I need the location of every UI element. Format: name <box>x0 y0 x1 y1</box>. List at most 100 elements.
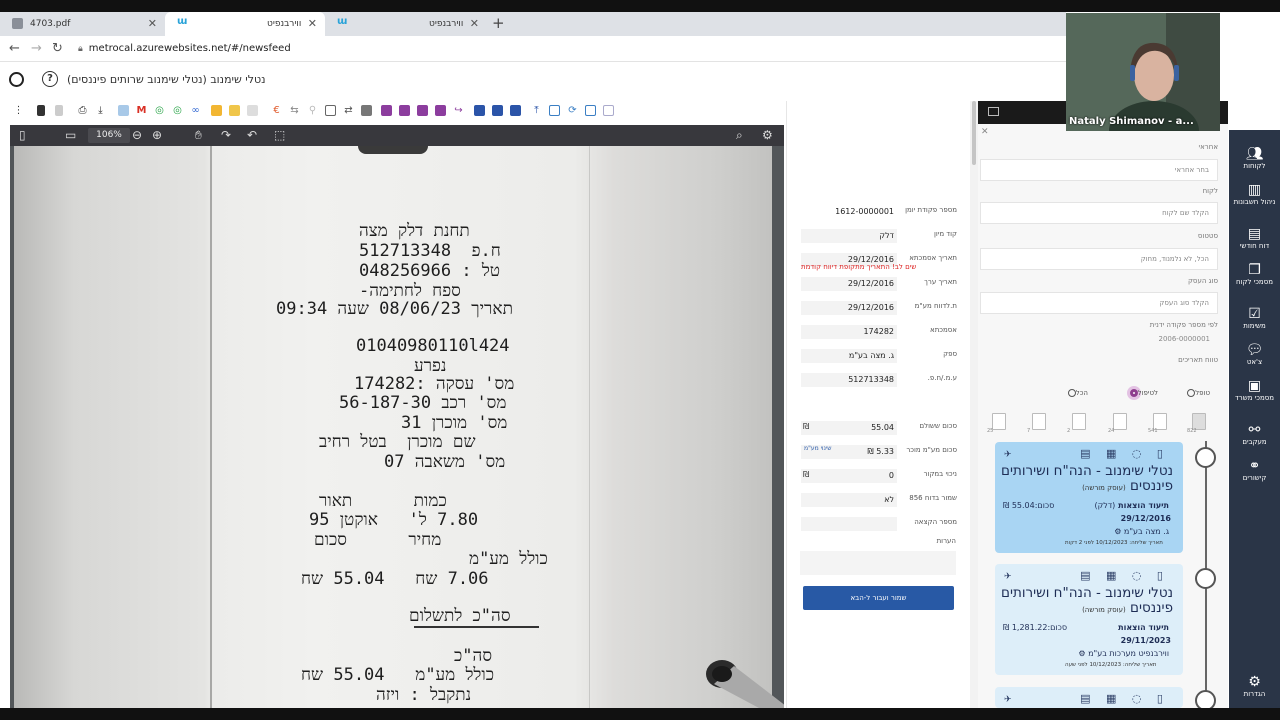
sidebar-item-tasks[interactable]: ☑ משימות <box>1229 306 1280 330</box>
sidebar-item-tracking[interactable]: ⚯ מעקבים <box>1229 422 1280 446</box>
filter-input[interactable]: הקלד שם לקוח <box>980 202 1218 224</box>
split-icon[interactable]: ⇆ <box>289 105 300 116</box>
forward-arrow-icon[interactable]: → <box>31 41 42 56</box>
close-icon[interactable]: ✕ <box>148 17 157 30</box>
close-icon[interactable]: ✕ <box>981 127 989 137</box>
archive-icon[interactable] <box>361 105 372 116</box>
radio-all[interactable]: הכל <box>1065 389 1088 397</box>
document-card[interactable]: ✈︎ ▤ ▦ ◌ ▯ נטלי שימנוב - הנה"ח ושירותים … <box>995 564 1183 675</box>
trash-icon[interactable] <box>37 105 45 116</box>
zoom-select[interactable]: 106% <box>88 128 130 143</box>
form-field-input[interactable]: 29/12/2016 <box>801 301 897 315</box>
document-icon[interactable]: 25 <box>987 413 1006 434</box>
tab-app[interactable]: ɯ ווירבנפיט ✕ <box>325 12 487 36</box>
radio-to-handle[interactable]: לטיפול <box>1127 389 1158 397</box>
sidebar-item-bookkeeping[interactable]: ▥ ניהול חשבונות <box>1229 182 1280 206</box>
refresh-icon[interactable]: ⟳ <box>567 105 578 116</box>
form-field-input[interactable]: דלק <box>801 229 897 243</box>
document-card-selected[interactable]: ✈︎ ▤ ▦ ◌ ▯ נטלי שימנוב - הנה"ח ושירותים … <box>995 442 1183 553</box>
screen-icon[interactable] <box>988 107 999 116</box>
currency-icon[interactable]: € <box>271 105 282 116</box>
upload-icon[interactable]: ⤒ <box>531 105 542 116</box>
close-icon[interactable]: ✕ <box>470 17 479 30</box>
form-field-input[interactable]: ג. מצה בע"מ <box>801 349 897 363</box>
message-icon[interactable] <box>399 105 410 116</box>
book-icon[interactable] <box>381 105 392 116</box>
form-field-input[interactable]: לא <box>801 493 897 507</box>
tab-app-active[interactable]: ɯ ווירבנפיט ✕ <box>165 12 325 36</box>
note-icon[interactable] <box>229 105 240 116</box>
user-icon[interactable] <box>9 72 24 87</box>
help-icon[interactable]: ? <box>42 71 58 87</box>
close-icon[interactable]: ✕ <box>308 17 317 30</box>
tab-pdf[interactable]: 4703.pdf ✕ <box>0 12 165 36</box>
whatsapp-icon[interactable]: ◎ <box>154 105 165 116</box>
search-icon[interactable]: ⌕ <box>736 128 743 143</box>
zoom-in-icon[interactable]: ⊕ <box>152 128 162 142</box>
print-icon[interactable]: ⎙ <box>77 105 88 116</box>
close-doc-icon[interactable] <box>435 105 446 116</box>
whatsapp-business-icon[interactable]: ◎ <box>172 105 183 116</box>
gear-icon[interactable]: ⚙︎ <box>762 128 773 142</box>
reload-icon[interactable]: ↻ <box>52 41 63 56</box>
card-action-icons[interactable]: ▤ ▦ ◌ ▯ <box>1080 447 1169 460</box>
sidebar-item-links[interactable]: ⚭ קישורים <box>1229 458 1280 482</box>
divider-scroll-thumb[interactable] <box>972 101 976 165</box>
form-field-input[interactable]: 55.04 <box>801 421 897 435</box>
sidebar-item-chat[interactable]: 💬︎ צ'אט <box>1229 342 1280 366</box>
clipboard-icon[interactable] <box>549 105 560 116</box>
pdf-canvas[interactable]: תחנת דלק מצה ח.פ 512713348 טל : 048256966 ס… <box>10 146 784 708</box>
filter-input[interactable]: הקלד סוג העסק <box>980 292 1218 314</box>
download-icon[interactable]: ⤓ <box>95 105 106 116</box>
document-icon[interactable]: 541 <box>1148 413 1167 434</box>
email-icon[interactable] <box>118 105 129 116</box>
panel-divider[interactable] <box>970 101 978 708</box>
link-icon[interactable]: ∞ <box>190 105 201 116</box>
more-menu-icon[interactable]: ⋮ <box>13 105 24 116</box>
move-icon[interactable]: ⇄ <box>343 105 354 116</box>
document-icon[interactable]: 2 <box>1067 413 1086 434</box>
filter-input[interactable]: 2006-0000001 <box>980 329 1218 351</box>
sidebar-item-clients[interactable]: 👥︎ לקוחות <box>1229 146 1280 170</box>
vat-change-link[interactable]: שינוי מע"מ <box>804 445 832 452</box>
filter-input[interactable]: הכל, לא נלמנוד, מחוק <box>980 248 1218 270</box>
gmail-icon[interactable]: M <box>136 105 147 116</box>
new-tab-icon[interactable]: + <box>492 14 505 32</box>
page-icon[interactable] <box>585 105 596 116</box>
redirect-icon[interactable]: ↪ <box>453 105 464 116</box>
form-field-input[interactable]: 0 <box>801 469 897 483</box>
select-tool-icon[interactable]: ⬚ <box>274 128 285 142</box>
sidebar-item-client-docs[interactable]: ❐ מסמכי לקוח <box>1229 262 1280 286</box>
assign-user-icon[interactable] <box>492 105 503 116</box>
document-icon[interactable]: 24 <box>1108 413 1127 434</box>
form-field-input[interactable]: 1612-0000001 <box>801 205 897 219</box>
notes-field[interactable] <box>800 551 956 575</box>
rotate-left-icon[interactable]: ↶ <box>247 128 257 142</box>
form-field-input[interactable]: 512713348 <box>801 373 897 387</box>
copy-icon[interactable] <box>325 105 336 116</box>
filter-input[interactable]: בחר אחראי <box>980 159 1218 181</box>
page-icon[interactable]: ▭ <box>65 128 76 142</box>
url-field[interactable]: 🔒︎ metrocal.azurewebsites.net/#/newsfeed <box>78 40 291 58</box>
pin-icon[interactable]: ✈︎ <box>1004 450 1012 460</box>
sidebar-item-monthly-report[interactable]: ▤ דוח חודשי <box>1229 226 1280 250</box>
document-icon[interactable]: 7 <box>1027 413 1046 434</box>
hand-tool-icon[interactable]: ✋︎ <box>195 128 202 143</box>
columns-icon[interactable] <box>603 105 614 116</box>
save-next-button[interactable]: שמור ועבור ל-הבא <box>803 586 954 610</box>
radio-handled[interactable]: טופל <box>1184 389 1210 397</box>
document-purple-icon[interactable] <box>417 105 428 116</box>
group-icon[interactable] <box>510 105 521 116</box>
form-field-input[interactable]: 29/12/2016 <box>801 277 897 291</box>
card-action-icons[interactable]: ▤ ▦ ◌ ▯ <box>1080 692 1169 705</box>
pin-icon[interactable]: ✈︎ <box>1004 695 1012 705</box>
form-field-input[interactable] <box>801 517 897 531</box>
sidebar-item-settings[interactable]: ⚙︎ הגדרות <box>1229 674 1280 698</box>
back-arrow-icon[interactable]: ← <box>9 41 20 56</box>
sidebar-item-office-docs[interactable]: ▣ מסמכי משרד <box>1229 378 1280 402</box>
folder-icon[interactable] <box>211 105 222 116</box>
document-icon[interactable]: 822 <box>1187 413 1206 434</box>
zoom-out-icon[interactable]: ⊖ <box>132 128 142 142</box>
form-field-input[interactable]: 174282 <box>801 325 897 339</box>
sidebar-toggle-icon[interactable]: ▯ <box>19 128 26 142</box>
